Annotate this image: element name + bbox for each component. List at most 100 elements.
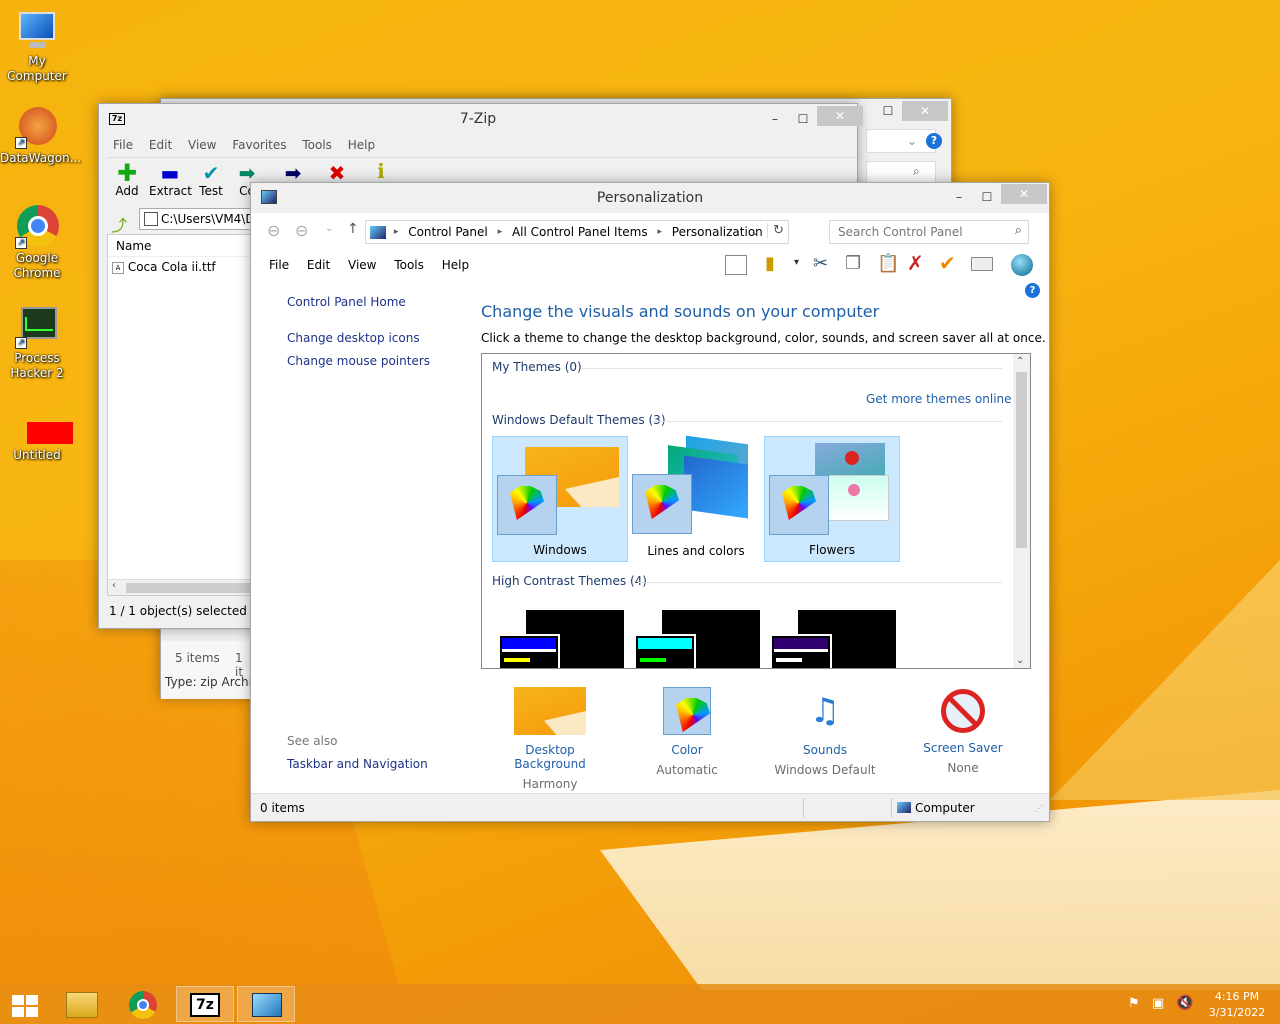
item-count: 5 items (175, 651, 220, 665)
network-icon[interactable]: ▣ (1152, 996, 1164, 1011)
delete-button[interactable]: ✖ (323, 162, 351, 184)
scroll-up-icon[interactable]: ⌃ (1016, 356, 1024, 367)
scrollbar-thumb[interactable] (1016, 372, 1027, 548)
move-button[interactable]: ➡ (279, 162, 307, 184)
extract-button[interactable]: ▬ Extract (149, 162, 192, 198)
column-header-name[interactable]: Name (108, 235, 250, 257)
chevron-down-icon[interactable]: ▾ (794, 257, 799, 268)
breadcrumb-all-items[interactable]: All Control Panel Items (512, 225, 648, 239)
layout-pane-icon[interactable] (725, 255, 747, 275)
search-input[interactable]: ⌕ (866, 161, 936, 183)
list-item[interactable]: A Coca Cola ii.ttf (108, 257, 250, 277)
vertical-scrollbar[interactable]: ⌃ ⌄ (1013, 354, 1030, 668)
back-icon[interactable]: ⊖ (267, 221, 280, 240)
maximize-icon[interactable]: ☐ (973, 187, 1001, 207)
change-mouse-pointers-link[interactable]: Change mouse pointers (287, 354, 430, 368)
menu-favorites[interactable]: Favorites (232, 138, 286, 152)
theme-high-contrast-2[interactable] (634, 608, 760, 668)
get-more-themes-link[interactable]: Get more themes online (866, 392, 1012, 406)
volume-muted-icon[interactable]: 🔇 (1176, 995, 1193, 1011)
add-button[interactable]: ✚ Add (111, 161, 143, 198)
desktop-icon-process-hacker[interactable]: ↗ Process Hacker 2 (0, 305, 74, 381)
chevron-right-icon: ▸ (393, 227, 399, 237)
up-arrow-icon[interactable]: ↑ (347, 221, 359, 237)
info-button[interactable]: ℹ (367, 160, 395, 182)
taskbar-chrome[interactable] (115, 986, 173, 1022)
taskbar-7zip[interactable]: 7z (176, 986, 234, 1022)
test-button[interactable]: ✔ Test (195, 162, 227, 198)
rename-icon[interactable] (971, 257, 993, 271)
desktop-icon-chrome[interactable]: ↗ Google Chrome (0, 205, 74, 281)
menu-tools[interactable]: Tools (394, 258, 424, 272)
scroll-left-icon[interactable]: ‹ (112, 580, 116, 591)
taskbar-control-panel[interactable] (237, 986, 295, 1022)
scroll-down-icon[interactable]: ⌄ (1016, 655, 1024, 666)
control-panel-home-link[interactable]: Control Panel Home (287, 295, 406, 309)
minimize-icon[interactable]: – (761, 109, 789, 129)
chevron-down-icon: ⌄ (907, 134, 918, 148)
maximize-icon[interactable]: ☐ (789, 109, 817, 129)
menu-help[interactable]: Help (442, 258, 469, 272)
desktop-icon-my-computer[interactable]: My Computer (0, 8, 74, 84)
scrollbar-thumb[interactable] (126, 583, 250, 593)
address-bar[interactable]: ▸ Control Panel ▸ All Control Panel Item… (365, 220, 789, 244)
desktop-icon-untitled[interactable]: Untitled (0, 418, 74, 463)
change-desktop-icons-link[interactable]: Change desktop icons (287, 331, 420, 345)
path-field[interactable]: C:\Users\VM4\D (139, 208, 251, 230)
help-icon[interactable]: ? (1025, 283, 1040, 298)
horizontal-scrollbar[interactable]: ‹ (108, 579, 250, 595)
maximize-icon[interactable]: ☐ (874, 101, 902, 121)
breadcrumb-control-panel[interactable]: Control Panel (408, 225, 488, 239)
menu-tools[interactable]: Tools (302, 138, 332, 152)
chevron-down-icon[interactable]: ⌄ (750, 224, 760, 238)
menu-file[interactable]: File (113, 138, 133, 152)
search-icon: ⌕ (1014, 223, 1022, 238)
help-icon[interactable]: ? (926, 133, 942, 149)
sounds-setting[interactable]: ♫ Sounds Windows Default (769, 687, 881, 777)
up-folder-icon[interactable]: ⤴ (111, 212, 127, 236)
properties-check-icon[interactable]: ✔ (939, 251, 956, 275)
menu-view[interactable]: View (348, 258, 376, 272)
copy-icon[interactable]: ❐ (845, 253, 861, 274)
forward-icon[interactable]: ⊖ (295, 221, 308, 240)
minimize-icon[interactable]: – (945, 187, 973, 207)
delete-icon[interactable]: ✗ (907, 251, 924, 275)
theme-high-contrast-3[interactable] (770, 608, 896, 668)
theme-windows[interactable]: Windows (492, 436, 628, 562)
clock[interactable]: 4:16 PM 3/31/2022 (1204, 989, 1270, 1021)
menu-edit[interactable]: Edit (307, 258, 330, 272)
refresh-icon[interactable]: ↻ (767, 223, 784, 238)
desktop-icon-datawagon[interactable]: ↗ DataWagon... (0, 105, 81, 166)
color-setting[interactable]: Color Automatic (641, 687, 733, 777)
start-button[interactable] (0, 986, 48, 1022)
paste-icon[interactable]: 📋 (877, 253, 899, 274)
action-center-flag-icon[interactable]: ⚑ (1128, 996, 1140, 1011)
resize-grip-icon[interactable]: ⋰ (1035, 804, 1043, 813)
close-icon[interactable]: ✕ (817, 106, 863, 126)
taskbar-navigation-link[interactable]: Taskbar and Navigation (287, 757, 428, 771)
high-contrast-header: High Contrast Themes (4) (492, 574, 647, 588)
close-icon[interactable]: ✕ (1001, 184, 1047, 204)
recent-dropdown-icon[interactable]: ⌄ (325, 223, 333, 234)
theme-high-contrast-1[interactable] (498, 608, 624, 668)
copy-arrow-icon: ➡ (238, 162, 256, 185)
menu-help[interactable]: Help (348, 138, 375, 152)
move-arrow-icon: ➡ (284, 161, 302, 185)
cut-icon[interactable]: ✂ (813, 253, 828, 274)
close-icon[interactable]: ✕ (902, 101, 948, 121)
menu-view[interactable]: View (188, 138, 216, 152)
search-control-panel-input[interactable]: Search Control Panel ⌕ (829, 220, 1029, 244)
menu-file[interactable]: File (269, 258, 289, 272)
theme-list: My Themes (0) Get more themes online Win… (481, 353, 1031, 669)
screen-saver-setting[interactable]: Screen Saver None (915, 687, 1011, 775)
desktop-background-setting[interactable]: Desktop Background Harmony (491, 687, 609, 791)
theme-lines-and-colors[interactable]: Lines and colors (628, 435, 764, 562)
taskbar-file-explorer[interactable] (54, 986, 112, 1022)
menu-edit[interactable]: Edit (149, 138, 172, 152)
globe-icon[interactable] (1011, 254, 1033, 276)
organize-folder-icon[interactable]: ▮ (765, 253, 775, 274)
theme-flowers[interactable]: Flowers (764, 436, 900, 562)
delete-x-icon: ✖ (328, 161, 346, 185)
font-file-icon: A (112, 261, 124, 274)
screen-saver-value: None (947, 761, 979, 775)
